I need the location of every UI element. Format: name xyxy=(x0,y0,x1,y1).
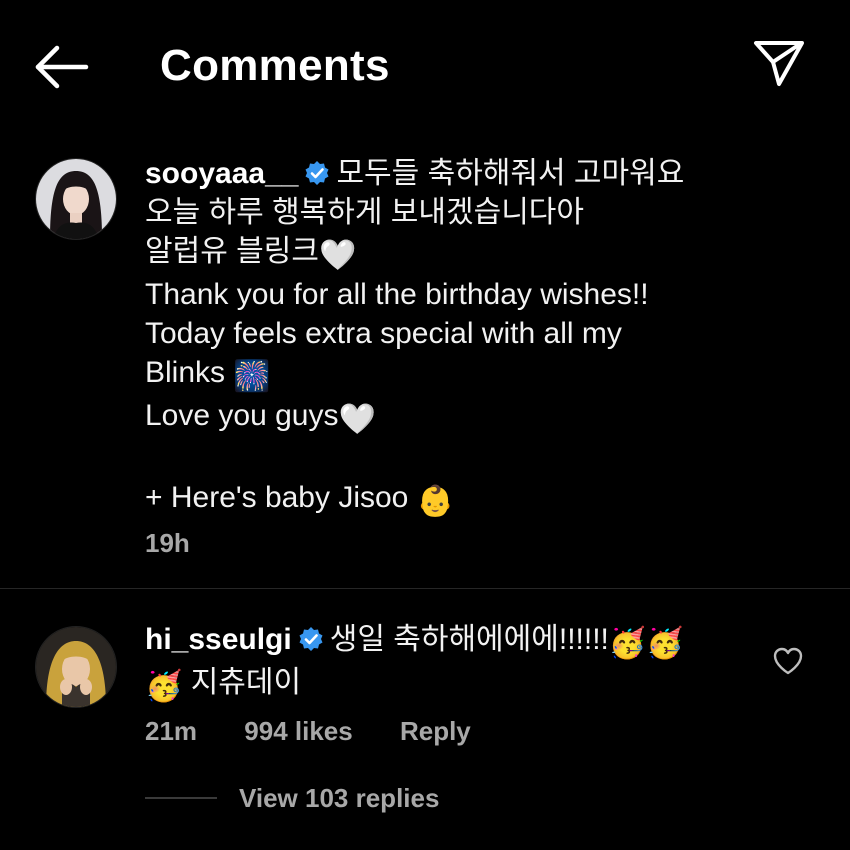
verified-badge-icon xyxy=(305,161,329,185)
replies-rule xyxy=(145,797,217,799)
username[interactable]: sooyaaa__ xyxy=(145,157,298,190)
caption-line-6: Blinks 🎆 xyxy=(145,353,785,396)
caption-line-blank xyxy=(145,439,785,478)
comment-line-1: hi_sseulgi 생일 축하해에에에!!!!!!🥳🥳 xyxy=(145,620,745,663)
caption-line-3: 알럽유 블링크🤍 xyxy=(145,232,785,275)
party-face-icon: 🥳 xyxy=(608,627,647,660)
party-face-icon: 🥳 xyxy=(145,670,183,703)
comment-meta: 21m 994 likes Reply xyxy=(145,716,511,747)
fireworks-icon: 🎆 xyxy=(233,360,271,393)
share-button[interactable] xyxy=(750,38,808,88)
back-button[interactable] xyxy=(30,44,90,90)
caption-line-2: 오늘 하루 행복하게 보내겠습니다아 xyxy=(145,196,585,229)
caption-line-7: Love you guys🤍 xyxy=(145,396,785,439)
party-face-icon: 🥳 xyxy=(646,627,684,660)
divider xyxy=(0,588,850,589)
profile-photo xyxy=(36,159,116,239)
likes-count[interactable]: 994 likes xyxy=(244,716,352,746)
avatar[interactable] xyxy=(35,158,117,240)
page-title: Comments xyxy=(160,41,390,90)
paper-plane-icon xyxy=(754,41,804,86)
comment-line-text: 생일 축하해에에에!!!!!! xyxy=(329,623,609,656)
comment-timestamp: 21m xyxy=(145,716,198,746)
like-button[interactable] xyxy=(772,646,804,676)
comment-line-2: 🥳 지츄데이 xyxy=(145,663,745,706)
heart-outline-icon xyxy=(773,647,803,675)
caption-text: sooyaaa__ 모두들 축하해줘서 고마워요 오늘 하루 행복하게 보내겠습… xyxy=(145,154,785,521)
caption-line-4: Thank you for all the birthday wishes!! xyxy=(145,278,649,311)
top-bar: Comments xyxy=(0,0,850,128)
verified-badge-icon xyxy=(299,627,323,651)
caption-line-1: sooyaaa__ 모두들 축하해줘서 고마워요 xyxy=(145,154,785,193)
arrow-left-icon xyxy=(35,45,89,89)
comment-text: hi_sseulgi 생일 축하해에에에!!!!!!🥳🥳 🥳 지츄데이 xyxy=(145,620,745,706)
view-replies-label: View 103 replies xyxy=(239,782,440,813)
white-heart-icon: 🤍 xyxy=(338,403,376,436)
caption-line-text: 모두들 축하해줘서 고마워요 xyxy=(336,157,685,190)
baby-icon: 👶 xyxy=(416,485,455,518)
caption-line-text: + Here's baby Jisoo xyxy=(145,481,409,514)
caption-timestamp: 19h xyxy=(145,528,190,558)
caption-line-9: + Here's baby Jisoo 👶 xyxy=(145,478,785,521)
comment-line-text: 지츄데이 xyxy=(190,666,302,699)
username[interactable]: hi_sseulgi xyxy=(145,623,292,656)
reply-button[interactable]: Reply xyxy=(400,716,471,746)
profile-photo xyxy=(36,627,116,707)
caption-line-5: Today feels extra special with all my xyxy=(145,317,622,350)
white-heart-icon: 🤍 xyxy=(318,239,357,272)
caption-line-text: Blinks xyxy=(145,356,226,389)
caption-line-text: 알럽유 블링크 xyxy=(145,235,319,268)
avatar[interactable] xyxy=(35,626,117,708)
caption-line-text: Love you guys xyxy=(145,399,339,432)
view-replies-button[interactable]: View 103 replies xyxy=(145,778,439,818)
